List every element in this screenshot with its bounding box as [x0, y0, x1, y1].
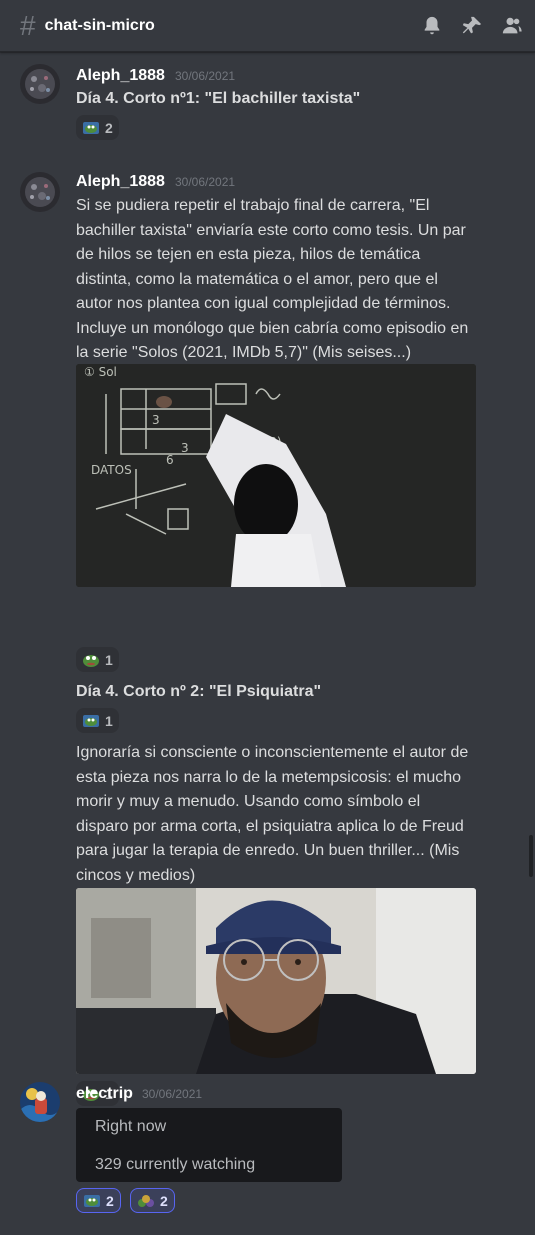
reaction-count: 1 [105, 712, 113, 729]
reaction-count: 1 [105, 651, 113, 668]
username[interactable]: electrip [76, 1084, 133, 1104]
avatar[interactable] [20, 1082, 60, 1122]
activity-embed[interactable]: Right now 329 currently watching [76, 1108, 342, 1182]
pepe-tv-emoji-icon [84, 1194, 100, 1207]
attachment-image-man[interactable] [76, 888, 476, 1074]
reaction[interactable]: 1 [76, 708, 119, 733]
members-icon[interactable] [501, 15, 523, 37]
message-text: Si se pudiera repetir el trabajo final d… [76, 197, 469, 361]
pepe-crowd-emoji-icon [138, 1194, 154, 1207]
svg-text:① Sol: ① Sol [84, 365, 117, 379]
svg-text:DATOS: DATOS [91, 463, 132, 477]
scrollbar-thumb[interactable] [529, 835, 533, 877]
followup-title: Día 4. Corto nº 2: "El Psiquiatra" [76, 683, 322, 700]
channel-hash-icon: # [20, 9, 36, 41]
channel-name: chat-sin-micro [44, 16, 155, 34]
message-text: Día 4. Corto nº1: "El bachiller taxista" [76, 90, 361, 107]
pepe-emoji-icon [83, 654, 99, 667]
reaction[interactable]: 2 [76, 1188, 121, 1213]
pepe-tv-emoji-icon [83, 714, 99, 727]
timestamp: 30/06/2021 [175, 175, 236, 189]
blackboard-image: ① Sol MCM(2,3) =6 DATOS 3 3 6 [76, 364, 476, 587]
message-list[interactable]: Aleph_1888 30/06/2021 Día 4. Corto nº1: … [0, 52, 535, 1235]
man-with-cap-image [76, 888, 476, 1074]
followup-text: Ignoraría si consciente o inconscienteme… [76, 744, 469, 884]
bell-icon[interactable] [421, 15, 443, 37]
timestamp: 30/06/2021 [175, 69, 236, 83]
avatar[interactable] [20, 172, 60, 212]
message-3: electrip 30/06/2021 Right now 329 curren… [0, 1072, 535, 1232]
header-toolbar [421, 15, 523, 37]
attachment-image-blackboard[interactable]: ① Sol MCM(2,3) =6 DATOS 3 3 6 [76, 364, 476, 587]
reaction-count: 2 [105, 119, 113, 136]
channel-header: # chat-sin-micro [0, 0, 535, 52]
embed-watching-count: 329 currently watching [95, 1156, 256, 1173]
electrip-avatar-icon [20, 1082, 60, 1122]
svg-text:3: 3 [152, 413, 160, 427]
avatar[interactable] [20, 64, 60, 104]
reaction[interactable]: 2 [76, 115, 119, 140]
pepe-tv-emoji-icon [83, 121, 99, 134]
message-1: Aleph_1888 30/06/2021 Día 4. Corto nº1: … [0, 52, 535, 152]
reaction[interactable]: 1 [76, 647, 119, 672]
embed-status: Right now [95, 1118, 167, 1135]
username[interactable]: Aleph_1888 [76, 66, 165, 86]
pin-icon[interactable] [461, 15, 483, 37]
aleph-avatar-icon [20, 172, 60, 212]
timestamp: 30/06/2021 [142, 1087, 203, 1101]
reaction-count: 2 [160, 1192, 168, 1209]
aleph-avatar-icon [20, 64, 60, 104]
reaction-count: 2 [106, 1192, 114, 1209]
svg-text:6: 6 [166, 453, 174, 467]
reaction[interactable]: 2 [130, 1188, 175, 1213]
username[interactable]: Aleph_1888 [76, 172, 165, 192]
message-2: Aleph_1888 30/06/2021 Si se pudiera repe… [0, 160, 535, 1106]
